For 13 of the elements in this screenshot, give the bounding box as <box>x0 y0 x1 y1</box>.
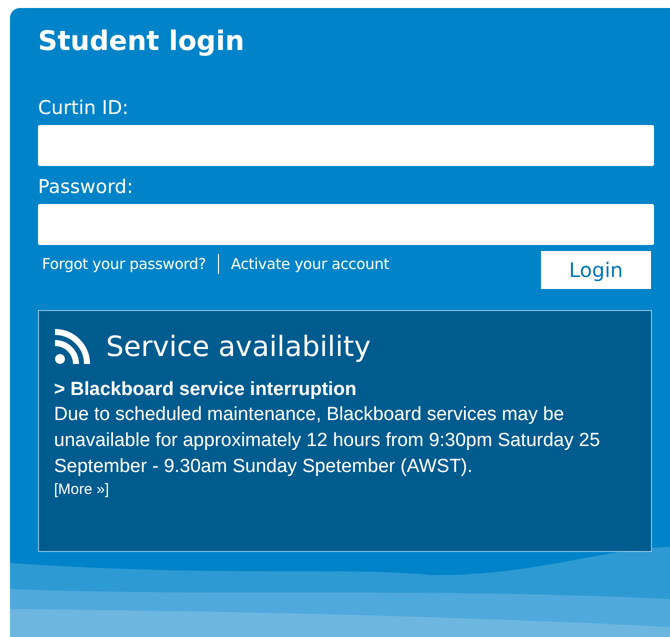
account-link[interactable]: Forgot your password? <box>42 254 206 274</box>
login-button[interactable]: Login <box>541 251 651 289</box>
notice-text: Due to scheduled maintenance, Blackboard services may be unavailable for approximately 12 hours from 9:30pm Saturday 25 September - 9.30am Sunday Spetember (AWST). <box>54 403 602 479</box>
input-field[interactable] <box>38 204 654 245</box>
rss-icon <box>54 329 92 365</box>
more-link[interactable]: [More »] <box>54 480 110 500</box>
login-title: Student login <box>38 26 246 58</box>
service-title: Service availability <box>106 329 371 365</box>
field-label: Password: <box>38 175 134 199</box>
field-label: Curtin ID: <box>38 96 130 120</box>
notice-headline: > Blackboard service interruption <box>54 378 358 402</box>
account-link[interactable]: Activate your account <box>230 254 390 274</box>
input-field[interactable] <box>38 125 654 166</box>
